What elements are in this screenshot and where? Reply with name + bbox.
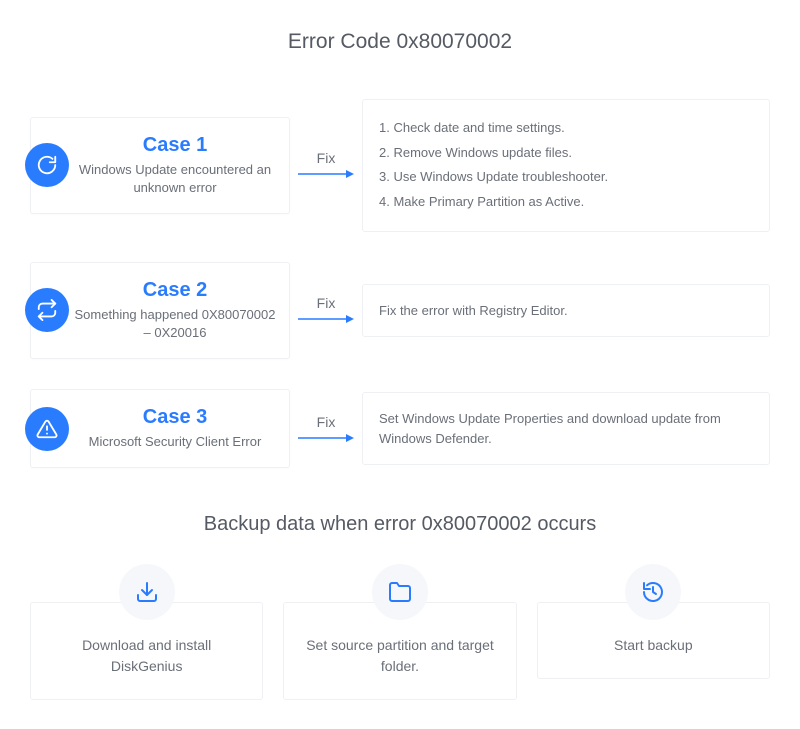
page-title: Error Code 0x80070002 [0, 0, 800, 54]
case-left-card: Case 2 Something happened 0X80070002 – 0… [30, 262, 290, 359]
case-title: Case 3 [71, 406, 279, 429]
case-left-card: Case 1 Windows Update encountered an unk… [30, 117, 290, 214]
arrow-icon [298, 432, 354, 444]
fix-label: Fix [317, 414, 336, 430]
step-download: Download and install DiskGenius [30, 564, 263, 700]
fix-line: 3. Use Windows Update troubleshooter. [379, 165, 753, 190]
fix-line: Fix the error with Registry Editor. [379, 301, 753, 321]
warning-icon [25, 407, 69, 451]
fix-line: 4. Make Primary Partition as Active. [379, 190, 753, 215]
fix-arrow: Fix [296, 150, 356, 180]
cases-section: Case 1 Windows Update encountered an unk… [0, 99, 800, 468]
fix-line: 2. Remove Windows update files. [379, 141, 753, 166]
case-desc: Windows Update encountered an unknown er… [71, 161, 279, 197]
case-fix-card: Set Windows Update Properties and downlo… [362, 392, 770, 465]
folder-icon [372, 564, 428, 620]
case-row-1: Case 1 Windows Update encountered an unk… [30, 99, 770, 232]
backup-subtitle: Backup data when error 0x80070002 occurs [0, 513, 800, 536]
fix-arrow: Fix [296, 295, 356, 325]
step-text: Start backup [554, 635, 753, 656]
retweet-icon [25, 288, 69, 332]
case-desc: Something happened 0X80070002 – 0X20016 [71, 306, 279, 342]
case-row-3: Case 3 Microsoft Security Client Error F… [30, 389, 770, 468]
case-row-2: Case 2 Something happened 0X80070002 – 0… [30, 262, 770, 359]
fix-line: 1. Check date and time settings. [379, 116, 753, 141]
refresh-icon [25, 143, 69, 187]
step-text: Download and install DiskGenius [47, 635, 246, 677]
step-start-backup: Start backup [537, 564, 770, 700]
case-fix-card: Fix the error with Registry Editor. [362, 284, 770, 338]
arrow-icon [298, 168, 354, 180]
arrow-icon [298, 313, 354, 325]
case-left-card: Case 3 Microsoft Security Client Error [30, 389, 290, 468]
step-text: Set source partition and target folder. [300, 635, 499, 677]
case-fix-card: 1. Check date and time settings. 2. Remo… [362, 99, 770, 232]
fix-arrow: Fix [296, 414, 356, 444]
fix-label: Fix [317, 150, 336, 166]
fix-line: Set Windows Update Properties and downlo… [379, 409, 753, 448]
download-icon [119, 564, 175, 620]
case-title: Case 2 [71, 279, 279, 302]
step-set-source: Set source partition and target folder. [283, 564, 516, 700]
case-title: Case 1 [71, 134, 279, 157]
backup-steps: Download and install DiskGenius Set sour… [30, 564, 770, 700]
case-desc: Microsoft Security Client Error [71, 433, 279, 451]
history-icon [625, 564, 681, 620]
fix-label: Fix [317, 295, 336, 311]
